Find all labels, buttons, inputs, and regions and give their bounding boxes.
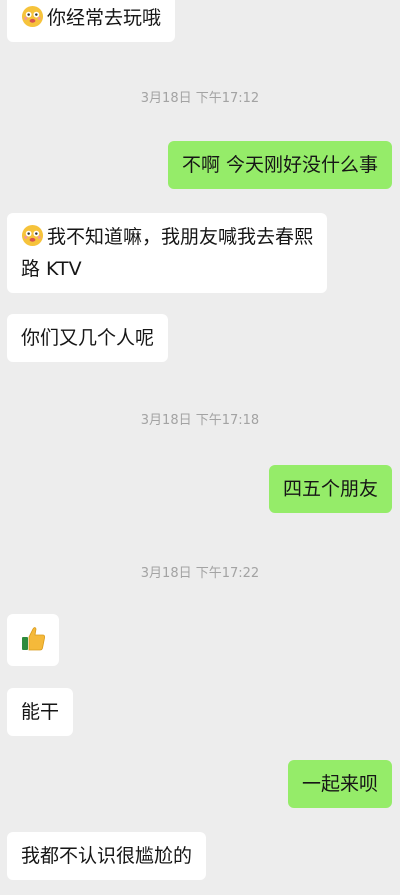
message-text: 我都不认识很尴尬的 [21,845,193,867]
message-text: 不啊 今天刚好没什么事 [181,154,378,176]
message-text: 你经常去玩哦 [47,7,162,29]
message-bubble-incoming[interactable]: 你们又几个人呢 [7,314,169,362]
message-line: 我不知道嘛，我朋友喊我去春熙 [21,221,313,253]
message-text: 你们又几个人呢 [21,327,155,349]
message-bubble-incoming[interactable] [7,614,59,666]
message-bubble-incoming[interactable]: 能干 [7,688,74,736]
message-text: 一起来呗 [301,773,378,795]
timestamp: 3月18日 下午17:22 [140,566,260,581]
message-text-line1: 我不知道嘛，我朋友喊我去春熙 [47,226,314,248]
message-bubble-incoming[interactable]: 我都不认识很尴尬的 [7,832,207,880]
message-bubble-outgoing[interactable]: 一起来呗 [287,760,392,808]
chat-view: 你经常去玩哦 3月18日 下午17:12 不啊 今天刚好没什么事 我不知道嘛，我… [0,0,400,895]
dizzy-face-emoji-icon [21,224,44,247]
message-text: 能干 [21,701,60,723]
timestamp: 3月18日 下午17:12 [140,91,260,106]
timestamp: 3月18日 下午17:18 [140,413,260,428]
message-text-line2: 路 KTV [21,258,82,280]
message-bubble-outgoing[interactable]: 四五个朋友 [268,465,392,513]
message-bubble-incoming[interactable]: 你经常去玩哦 [7,0,176,42]
dizzy-face-emoji-icon [21,5,44,28]
message-text: 四五个朋友 [282,478,378,500]
thumbs-up-emoji-icon [22,627,45,651]
message-bubble-incoming[interactable]: 我不知道嘛，我朋友喊我去春熙 路 KTV [7,213,328,293]
message-bubble-outgoing[interactable]: 不啊 今天刚好没什么事 [167,141,392,189]
